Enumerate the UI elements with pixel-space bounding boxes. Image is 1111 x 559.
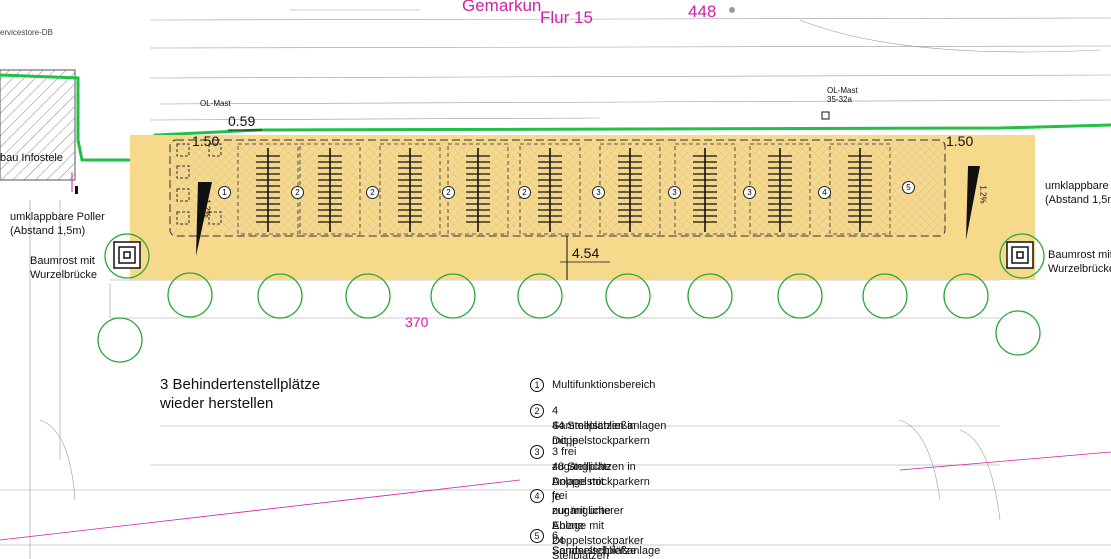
- flur-label: Flur 15: [540, 8, 593, 27]
- ol-mast-marker: [821, 111, 830, 120]
- poller-left-line1: umklappbare Poller: [10, 211, 105, 223]
- dimension-059: 0.59: [228, 113, 256, 129]
- slope-right-label: 1.2%: [978, 185, 988, 204]
- servicestore-label: ervicestore-DB: [0, 28, 53, 37]
- poller-marker: [75, 186, 78, 194]
- parcel-number-bottom: 370: [405, 314, 429, 330]
- zone-marker-4: 4: [818, 186, 831, 199]
- tree-circle: [257, 273, 303, 319]
- legend-number: 5: [530, 529, 544, 543]
- legend-number: 3: [530, 445, 544, 459]
- infostele-label: bau Infostele: [0, 152, 63, 164]
- dimension-150-right: 1.50: [946, 133, 974, 149]
- baumrost-left-line2: Wurzelbrücke: [30, 269, 98, 281]
- survey-point: [729, 7, 735, 13]
- gemarkung-label: Gemarkun: [462, 0, 542, 15]
- tree-circle: [995, 310, 1041, 356]
- legend-text: Sammelschließanlage: [552, 545, 661, 557]
- legend-text: 48 Stellplätzen in Doppelstockparkern: [552, 461, 650, 488]
- legend-number: 4: [530, 489, 544, 503]
- zone-marker-5: 5: [902, 181, 915, 194]
- tree-circle: [862, 273, 908, 319]
- ol-mast-right-line1: OL-Mast: [827, 86, 858, 95]
- baumrost-right-line1: Baumrost mit: [1048, 249, 1111, 261]
- site-plan: Gemarkun Flur 15 448 370 ervicestore-DB …: [0, 0, 1111, 559]
- zone-marker-2d: 2: [518, 186, 531, 199]
- tree-circle: [430, 273, 476, 319]
- zone-marker-3c: 3: [743, 186, 756, 199]
- tree-circle: [345, 273, 391, 319]
- dimension-150-left: 1.50: [192, 133, 220, 149]
- zone-marker-2c: 2: [442, 186, 455, 199]
- tree-circle: [605, 273, 651, 319]
- legend-text: Multifunktionsbereich: [552, 379, 656, 391]
- tree-grate-left: [113, 241, 141, 269]
- parcel-line-left: [0, 479, 521, 541]
- zone-marker-3b: 3: [668, 186, 681, 199]
- tree-circle: [943, 273, 989, 319]
- legend-number: 2: [530, 404, 544, 418]
- zone-marker-2b: 2: [366, 186, 379, 199]
- baumrost-right-line2: Wurzelbrücke: [1048, 263, 1111, 275]
- tree-circle: [687, 273, 733, 319]
- zone-marker-1: 1: [218, 186, 231, 199]
- tree-grate-right: [1006, 241, 1034, 269]
- parcel-number-top: 448: [688, 2, 717, 21]
- tree-circle: [777, 273, 823, 319]
- behinderten-line2: wieder herstellen: [160, 395, 274, 412]
- poller-left-line2: (Abstand 1,5m): [10, 225, 86, 237]
- poller-right-line2: (Abstand 1,5m: [1045, 194, 1111, 206]
- zone-marker-2a: 2: [291, 186, 304, 199]
- slope-left-label: 1.2%: [202, 199, 212, 218]
- dimension-454: 4.54: [572, 245, 600, 261]
- baumrost-left-line1: Baumrost mit: [30, 255, 95, 267]
- ol-mast-right-line2: 35-32a: [827, 95, 852, 104]
- poller-right-line1: umklappbare: [1045, 180, 1109, 192]
- behinderten-line1: 3 Behindertenstellplätze: [160, 376, 321, 393]
- tree-circle: [517, 273, 563, 319]
- tree-circle: [97, 317, 143, 363]
- legend-number: 1: [530, 378, 544, 392]
- zone-marker-3a: 3: [592, 186, 605, 199]
- ol-mast-left-label: OL-Mast: [200, 99, 231, 108]
